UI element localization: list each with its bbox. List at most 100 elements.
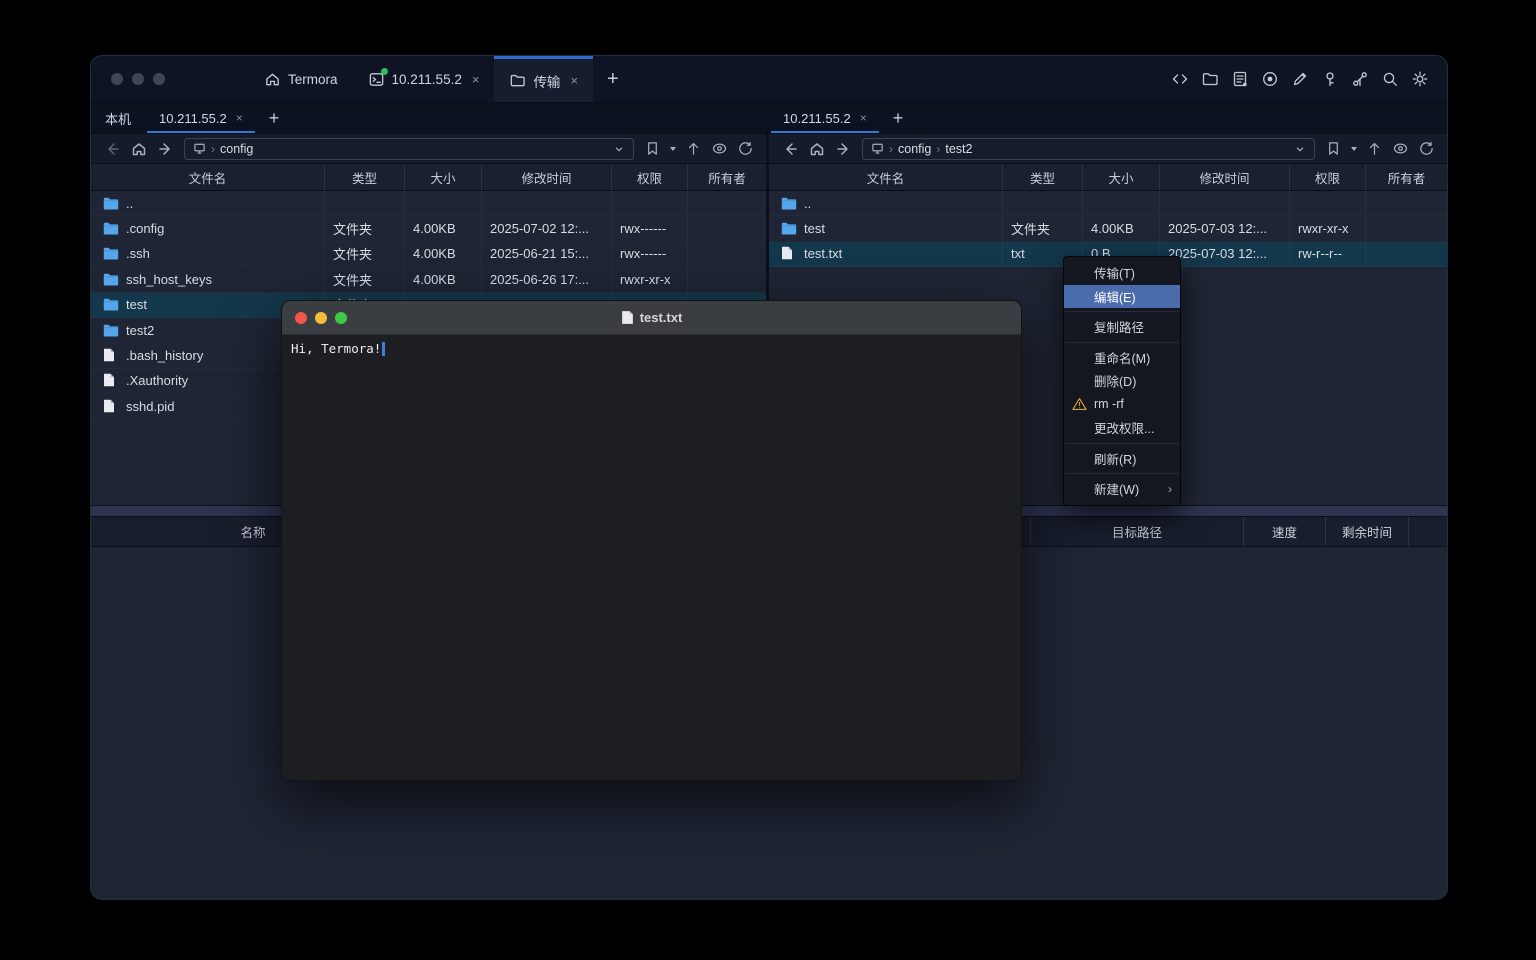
close-icon[interactable]: × [472,72,480,87]
table-row[interactable]: .. [769,191,1447,216]
editor-content[interactable]: Hi, Termora! [282,335,1021,781]
table-row[interactable]: test 文件夹 4.00KB 2025-07-03 12:... rwxr-x… [769,216,1447,241]
table-row[interactable]: ssh_host_keys 文件夹 4.00KB 2025-06-26 17:.… [91,267,766,292]
menu-item[interactable]: 删除(D) [1064,369,1180,393]
column-header[interactable]: 权限 [612,164,688,190]
column-header[interactable]: 剩余时间 [1326,517,1409,546]
cell-mtime: 2025-06-26 17:... [490,272,589,287]
cell-mtime: 2025-07-03 12:... [1168,246,1267,261]
table-row[interactable]: .config 文件夹 4.00KB 2025-07-02 12:... rwx… [91,216,766,241]
chevron-down-icon[interactable] [613,143,625,155]
left-path-input[interactable]: › config [184,138,634,160]
keychain-icon[interactable] [1350,70,1369,89]
column-header[interactable]: 文件名 [769,164,1003,190]
bookmark-dropdown-icon[interactable] [1351,147,1357,151]
menu-item[interactable]: rm -rf [1064,393,1180,417]
zoom-window-button[interactable] [153,73,165,85]
close-window-button[interactable] [111,73,123,85]
column-header[interactable]: 修改时间 [1160,164,1290,190]
submenu-arrow-icon: › [1168,482,1172,496]
new-tab-button[interactable]: + [593,69,633,89]
tab-remote-host[interactable]: 10.211.55.2 × [769,103,881,133]
menu-item[interactable]: 新建(W) › [1064,477,1180,501]
menu-item[interactable]: 刷新(R) [1064,447,1180,471]
forward-icon[interactable] [153,138,178,160]
search-icon[interactable] [1380,70,1399,89]
folder-icon [103,297,119,312]
table-row[interactable]: .. [91,191,766,216]
log-icon[interactable] [1230,70,1249,89]
chevron-down-icon[interactable] [1294,143,1306,155]
column-header[interactable]: 权限 [1290,164,1366,190]
column-header[interactable]: 文件名 [91,164,325,190]
folder-icon [781,221,797,236]
column-header[interactable]: 大小 [405,164,482,190]
show-hidden-icon[interactable] [1392,140,1409,157]
close-window-button[interactable] [295,312,307,324]
refresh-icon[interactable] [737,140,754,157]
new-panel-tab-button[interactable]: + [881,103,916,133]
menu-item-label: 传输(T) [1094,263,1135,282]
column-header[interactable]: 修改时间 [482,164,612,190]
code-icon[interactable] [1170,70,1189,89]
tab-transfer[interactable]: 传输 × [494,56,593,102]
edit-icon[interactable] [1290,70,1309,89]
bookmark-icon[interactable] [1325,140,1342,157]
left-path-actions [640,140,758,157]
menu-item-label: 新建(W) [1094,479,1139,498]
key-icon[interactable] [1320,70,1339,89]
tab-ssh-session[interactable]: 10.211.55.2 × [353,56,495,102]
folder-icon [103,221,119,236]
home-icon[interactable] [126,138,151,160]
column-header[interactable]: 类型 [325,164,405,190]
cell-mtime: 2025-06-21 15:... [490,246,589,261]
cell-size: 4.00KB [413,221,456,236]
refresh-icon[interactable] [1418,140,1435,157]
editor-titlebar[interactable]: test.txt [282,301,1021,335]
tab-home[interactable]: Termora [249,56,353,102]
new-panel-tab-button[interactable]: + [257,103,292,133]
column-header[interactable]: 目标路径 [1031,517,1244,546]
record-icon[interactable] [1260,70,1279,89]
menu-item[interactable]: 编辑(E) [1064,285,1180,309]
zoom-window-button[interactable] [335,312,347,324]
column-header[interactable]: 类型 [1003,164,1083,190]
titlebar: Termora 10.211.55.2 × 传输 × + [91,56,1447,102]
file-icon [103,373,119,388]
right-panel-tabs: 10.211.55.2 × + [769,103,1447,133]
home-icon[interactable] [804,138,829,160]
cell-filename: ssh_host_keys [126,272,212,287]
upload-icon[interactable] [685,140,702,157]
text-cursor [382,342,385,356]
column-header[interactable]: 所有者 [688,164,766,190]
bookmark-dropdown-icon[interactable] [670,147,676,151]
menu-item[interactable]: 复制路径 [1064,315,1180,339]
menu-item[interactable]: 传输(T) [1064,261,1180,285]
tab-remote-host[interactable]: 10.211.55.2 × [145,103,257,133]
settings-icon[interactable] [1410,70,1429,89]
right-path-input[interactable]: › config › test2 [862,138,1315,160]
column-header[interactable]: 所有者 [1366,164,1447,190]
menu-separator [1065,311,1179,312]
close-icon[interactable]: × [570,73,578,88]
menu-item[interactable]: 更改权限... [1064,416,1180,440]
close-icon[interactable]: × [860,111,867,125]
column-header[interactable]: 速度 [1244,517,1326,546]
minimize-window-button[interactable] [315,312,327,324]
minimize-window-button[interactable] [132,73,144,85]
back-icon[interactable] [99,138,124,160]
show-hidden-icon[interactable] [711,140,728,157]
folder-icon [103,323,119,338]
forward-icon[interactable] [831,138,856,160]
bookmark-icon[interactable] [644,140,661,157]
window-controls [91,73,181,85]
column-header[interactable]: 大小 [1083,164,1160,190]
menu-item[interactable]: 重命名(M) [1064,346,1180,370]
close-icon[interactable]: × [236,111,243,125]
back-icon[interactable] [777,138,802,160]
folder-icon[interactable] [1200,70,1219,89]
file-icon [103,399,119,414]
upload-icon[interactable] [1366,140,1383,157]
tab-local-machine[interactable]: 本机 [91,103,145,133]
table-row[interactable]: .ssh 文件夹 4.00KB 2025-06-21 15:... rwx---… [91,242,766,267]
